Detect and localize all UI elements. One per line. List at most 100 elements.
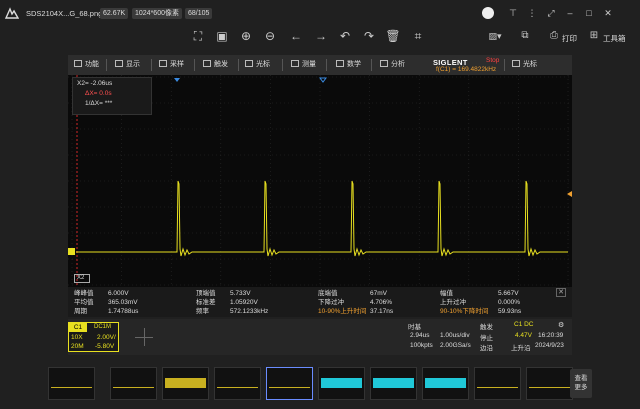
status-panel: C1 DC1M 10X 2.00V/ 20M -5.80V 时基 2.94us … (68, 319, 572, 355)
fullscreen-icon[interactable]: ⤢ (544, 6, 558, 20)
trigger-label: 触发 (480, 324, 493, 331)
menu-acquire[interactable]: 采样 (159, 55, 184, 75)
run-state[interactable]: Stop (486, 57, 499, 64)
center-marker[interactable] (319, 77, 327, 83)
more-menu-icon[interactable]: ⋮ (525, 6, 539, 20)
thumbnail[interactable] (214, 367, 261, 400)
image-edit-icon[interactable]: ▨▾ (487, 28, 503, 44)
actual-size-icon[interactable]: ▣ (214, 28, 230, 44)
math-icon (336, 60, 344, 67)
trigger-position-marker[interactable] (174, 78, 180, 82)
measure-label: 标准差 (196, 299, 216, 306)
channel-coupling: DC1M (94, 324, 112, 330)
thumbnail[interactable] (266, 367, 313, 400)
previous-icon[interactable]: ← (288, 28, 304, 44)
menu-analysis[interactable]: 分析 (380, 55, 405, 75)
crop-icon[interactable]: ⌗ (410, 28, 426, 44)
trigger-type: 边沿 (480, 345, 493, 352)
thumbnail[interactable] (422, 367, 469, 400)
delete-icon[interactable]: 🗑 (385, 28, 401, 44)
channel-probe: 10X (71, 334, 83, 341)
divider (326, 59, 327, 71)
measure-value: 59.93ns (498, 308, 522, 315)
timebase-scale[interactable]: 1.00us/div (440, 332, 470, 339)
measure-label: 频率 (196, 308, 209, 315)
add-channel-button[interactable] (120, 322, 168, 352)
channel-bw: 20M (71, 343, 84, 350)
measure-value: 6.000V (108, 290, 129, 297)
zoom-in-icon[interactable]: ⊕ (238, 28, 254, 44)
measure-label: 上升过冲 (440, 299, 466, 306)
trigger-slope: 上升沿 (511, 345, 531, 352)
menu-function[interactable]: 功能 (74, 55, 99, 75)
resolution-badge: 1024*600像素 (132, 8, 182, 19)
thumbnail[interactable] (370, 367, 417, 400)
thumbnail[interactable] (474, 367, 521, 400)
measure-label: 幅值 (440, 290, 453, 297)
close-icon[interactable]: ✕ (601, 6, 615, 20)
thumbnail[interactable] (526, 367, 573, 400)
next-icon[interactable]: → (313, 28, 329, 44)
menu-measure[interactable]: 测量 (291, 55, 316, 75)
thumbnail[interactable] (162, 367, 209, 400)
thumbnail[interactable] (318, 367, 365, 400)
title-bar: SDS2104X...G_68.png 62.67K 1024*600像素 68… (0, 0, 640, 26)
print-button[interactable]: 打印 (562, 33, 577, 44)
divider (151, 59, 152, 71)
thumbnail[interactable] (48, 367, 95, 400)
view-more-button[interactable]: 查看更多 (570, 369, 592, 398)
menu-cursor[interactable]: 光标 (245, 55, 270, 75)
thumbnail[interactable] (110, 367, 157, 400)
rotate-left-icon[interactable]: ↶ (337, 28, 353, 44)
menu-trigger[interactable]: 触发 (203, 55, 228, 75)
maximize-icon[interactable]: □ (582, 6, 596, 20)
measure-label: 周期 (74, 308, 87, 315)
fit-screen-icon[interactable]: ⛶ (190, 28, 206, 44)
measure-label: 峰峰值 (74, 290, 94, 297)
divider (504, 59, 505, 71)
view-more-label: 查看更多 (574, 375, 588, 391)
cursor-x2-tag[interactable]: X2 (74, 274, 90, 283)
toolbox-icon[interactable]: ⊞ (586, 28, 602, 44)
measure-label: 90-10%下降时间 (440, 308, 489, 315)
zoom-out-icon[interactable]: ⊖ (262, 28, 278, 44)
thumbnail-strip: 查看更多 (0, 363, 640, 409)
app-logo-icon (5, 7, 19, 19)
analysis-icon (380, 60, 388, 67)
cursor-inv-dx: 1/ΔX= *** (85, 100, 113, 107)
scope-menu-bar: 功能 显示 采样 触发 光标 测量 数学 分析 SIGLENT Stop f(C… (68, 55, 572, 75)
measure-value: 365.03mV (108, 299, 138, 306)
menu-cursor-right[interactable]: 光标 (512, 55, 537, 75)
measure-value: 1.74788us (108, 308, 139, 315)
trigger-source[interactable]: C1 DC (514, 321, 534, 328)
measure-value: 1.05920V (230, 299, 258, 306)
trigger-mode: 停止 (480, 335, 493, 342)
trigger-level[interactable]: 4.47V (515, 332, 532, 339)
minimize-icon[interactable]: – (563, 6, 577, 20)
thumbnail-wave (477, 378, 518, 388)
channel1-marker[interactable] (68, 248, 75, 255)
menu-display[interactable]: 显示 (115, 55, 140, 75)
cursor-icon (245, 60, 253, 67)
thumbnail-wave (51, 378, 92, 388)
channel1-box[interactable]: C1 DC1M 10X 2.00V/ 20M -5.80V (68, 322, 119, 352)
timebase-label: 时基 (408, 324, 421, 331)
plus-icon-h (135, 337, 153, 338)
toolbox-button[interactable]: 工具箱 (603, 33, 626, 44)
cursor-dx: ΔX= 0.0s (85, 90, 112, 97)
thumbnail-wave (113, 378, 154, 388)
timebase-delay[interactable]: 2.94us (410, 332, 430, 339)
avatar[interactable] (482, 7, 494, 19)
function-icon (74, 60, 82, 67)
pin-icon[interactable]: ⊤ (506, 6, 520, 20)
waveform-display[interactable]: X2= -2.06us ΔX= 0.0s 1/ΔX= *** X2 (68, 75, 572, 287)
copy-icon[interactable]: ⧉ (517, 28, 533, 44)
menu-math[interactable]: 数学 (336, 55, 361, 75)
channel-offset: -5.80V (95, 343, 115, 350)
file-size-badge: 62.67K (100, 8, 129, 19)
rotate-right-icon[interactable]: ↷ (361, 28, 377, 44)
print-icon[interactable]: ⎙ (546, 28, 562, 44)
close-measure-icon[interactable]: ✕ (556, 288, 566, 297)
thumbnail-wave (165, 378, 206, 388)
viewer-toolbar: ⛶ ▣ ⊕ ⊖ ← → ↶ ↷ 🗑 ⌗ ▨▾ ⧉ ⎙ 打印 ⊞ 工具箱 (0, 26, 640, 48)
